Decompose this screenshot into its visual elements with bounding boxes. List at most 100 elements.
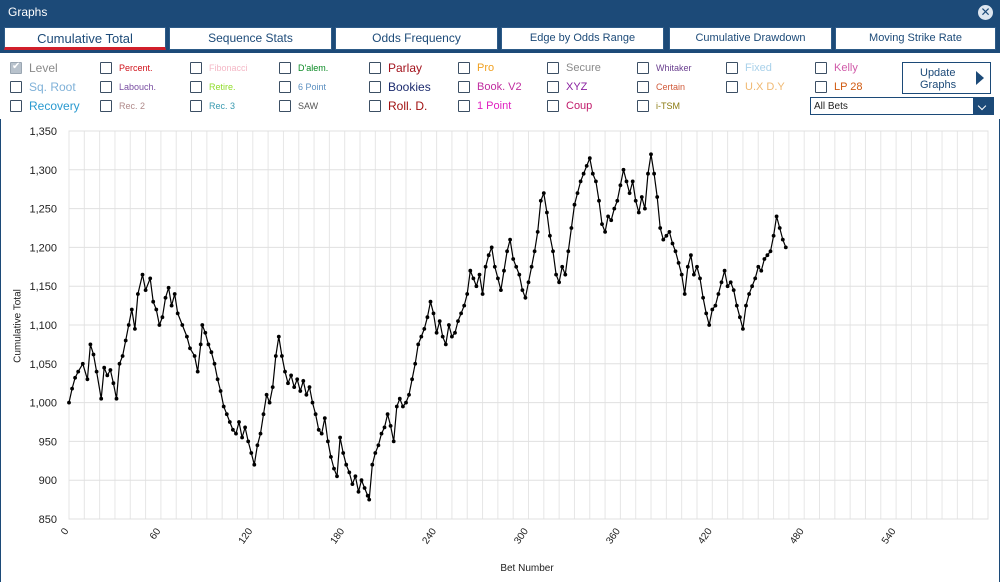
- checkbox-box[interactable]: [369, 62, 381, 74]
- data-point: [350, 482, 355, 486]
- data-point: [768, 249, 773, 254]
- data-point: [313, 412, 318, 417]
- checkbox-box[interactable]: [726, 62, 738, 74]
- strategy-label: Coup: [566, 100, 593, 112]
- tab-edge-by-odds-range[interactable]: Edge by Odds Range: [501, 27, 664, 50]
- data-point: [397, 396, 402, 401]
- tab-bar: Cumulative Total Sequence Stats Odds Fre…: [0, 25, 1000, 53]
- checkbox-box[interactable]: [815, 62, 827, 74]
- checkbox-box[interactable]: [100, 81, 112, 93]
- data-point: [157, 323, 162, 327]
- bet-filter-select[interactable]: All Bets: [810, 97, 994, 115]
- data-point: [413, 361, 418, 366]
- data-point: [489, 245, 494, 250]
- data-point: [731, 288, 736, 292]
- checkbox-box[interactable]: [637, 62, 649, 74]
- checkbox-box[interactable]: [369, 81, 381, 93]
- strategy-label: Rec. 3: [209, 101, 236, 111]
- data-point: [566, 249, 571, 254]
- data-point: [682, 292, 687, 296]
- checkbox-box[interactable]: [726, 81, 738, 93]
- data-point: [123, 338, 128, 343]
- checkbox-box[interactable]: [458, 62, 470, 74]
- checkbox-box[interactable]: [100, 100, 112, 112]
- checkbox-box[interactable]: [637, 100, 649, 112]
- data-point: [188, 346, 192, 351]
- data-point: [661, 237, 666, 242]
- x-tick-label: 240: [420, 526, 439, 546]
- data-point: [370, 462, 375, 467]
- chevron-down-icon[interactable]: [973, 98, 993, 114]
- checkbox-box[interactable]: [547, 81, 559, 93]
- data-point: [483, 264, 488, 269]
- data-point: [783, 245, 788, 250]
- data-point: [685, 264, 690, 269]
- data-point: [639, 195, 644, 199]
- data-point: [689, 253, 693, 258]
- data-point: [548, 233, 552, 238]
- checkbox-box[interactable]: [10, 100, 22, 112]
- checkbox-box[interactable]: [547, 100, 559, 112]
- data-point: [701, 295, 705, 300]
- checkbox-box[interactable]: [279, 62, 291, 74]
- data-point: [224, 412, 229, 417]
- data-point: [541, 191, 546, 195]
- data-point: [169, 303, 174, 308]
- close-icon[interactable]: ✕: [978, 5, 993, 20]
- checkbox-box[interactable]: [547, 62, 559, 74]
- strategy-label: Bookies: [388, 80, 431, 94]
- tab-cumulative-total[interactable]: Cumulative Total: [4, 27, 166, 50]
- data-point: [295, 377, 300, 382]
- checkbox-box[interactable]: [458, 100, 470, 112]
- checkbox-box[interactable]: [279, 100, 291, 112]
- data-point: [382, 425, 387, 430]
- data-point: [88, 342, 93, 347]
- data-point: [280, 354, 284, 358]
- data-point: [492, 264, 497, 269]
- update-graphs-button[interactable]: Update Graphs: [902, 62, 991, 94]
- y-tick-label: 1,300: [29, 165, 57, 177]
- data-point: [447, 323, 451, 327]
- data-point: [551, 249, 555, 254]
- checkbox-box[interactable]: [190, 62, 202, 74]
- data-point: [514, 264, 519, 269]
- data-point: [695, 264, 699, 269]
- checkbox-box[interactable]: [279, 81, 291, 93]
- x-tick-label: 540: [880, 526, 899, 546]
- data-point: [206, 342, 211, 347]
- checkbox-box[interactable]: [10, 81, 22, 93]
- strategy-label: 6 Point: [298, 82, 327, 92]
- data-point: [713, 303, 718, 308]
- checkbox-box[interactable]: [190, 81, 202, 93]
- data-point: [319, 431, 324, 436]
- data-point: [140, 272, 145, 277]
- data-point: [597, 198, 601, 203]
- tab-sequence-stats[interactable]: Sequence Stats: [169, 27, 332, 50]
- checkbox-box[interactable]: [190, 100, 202, 112]
- tab-cumulative-drawdown[interactable]: Cumulative Drawdown: [669, 27, 832, 50]
- data-point: [326, 439, 330, 444]
- checkbox-box[interactable]: [10, 61, 22, 74]
- data-point: [338, 435, 342, 440]
- checkbox-box[interactable]: [100, 62, 112, 74]
- strategy-label: Sq. Root: [29, 80, 76, 94]
- data-point: [612, 206, 617, 211]
- data-point: [676, 261, 681, 265]
- checkbox-box[interactable]: [369, 100, 381, 112]
- x-tick-label: 120: [237, 526, 256, 546]
- strategy-label: Secure: [566, 62, 601, 74]
- data-point: [655, 195, 660, 199]
- checkbox-box[interactable]: [815, 81, 827, 93]
- data-point: [261, 412, 266, 417]
- data-point: [741, 327, 745, 331]
- checkbox-box[interactable]: [458, 81, 470, 93]
- data-point: [114, 396, 119, 401]
- data-point: [273, 354, 278, 358]
- data-point: [373, 451, 378, 455]
- tab-moving-strike-rate[interactable]: Moving Strike Rate: [835, 27, 996, 50]
- data-point: [129, 307, 134, 312]
- checkbox-box[interactable]: [637, 81, 649, 93]
- data-point: [283, 369, 287, 374]
- data-point: [286, 381, 290, 386]
- tab-odds-frequency[interactable]: Odds Frequency: [335, 27, 498, 50]
